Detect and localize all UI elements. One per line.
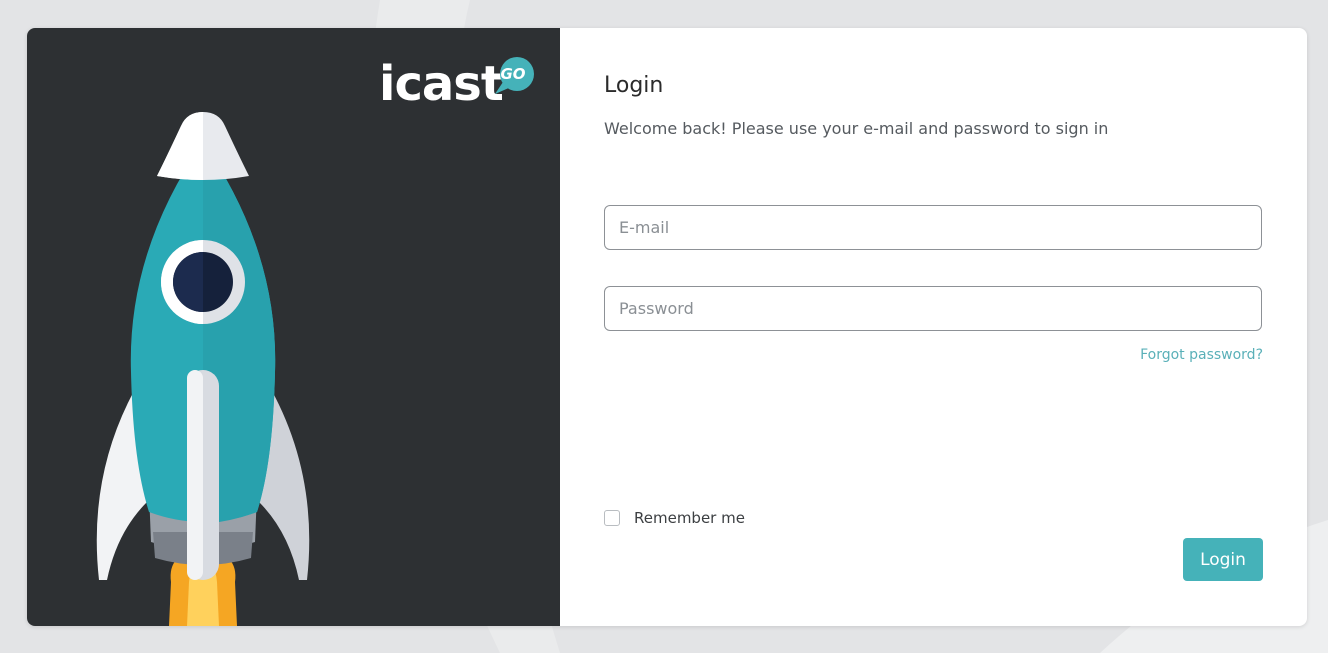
login-form-panel: Login Welcome back! Please use your e-ma… — [560, 28, 1307, 626]
remember-me[interactable]: Remember me — [604, 508, 745, 528]
forgot-password-link[interactable]: Forgot password? — [1140, 345, 1263, 365]
remember-me-label: Remember me — [634, 509, 745, 527]
login-button[interactable]: Login — [1183, 538, 1263, 581]
login-subtitle: Welcome back! Please use your e-mail and… — [604, 119, 1109, 138]
login-card: icast GO Login Welcome back! Please use … — [27, 28, 1307, 626]
password-field[interactable] — [604, 286, 1262, 331]
logo-badge: GO — [500, 65, 526, 83]
page-title: Login — [604, 73, 664, 98]
brand-panel: icast GO — [27, 28, 560, 626]
rocket-illustration — [96, 112, 310, 626]
icast-go-logo: icast GO — [379, 54, 539, 114]
email-field[interactable] — [604, 205, 1262, 250]
unchecked-checkbox-icon[interactable] — [604, 510, 620, 526]
logo-wordmark: icast — [379, 56, 504, 112]
